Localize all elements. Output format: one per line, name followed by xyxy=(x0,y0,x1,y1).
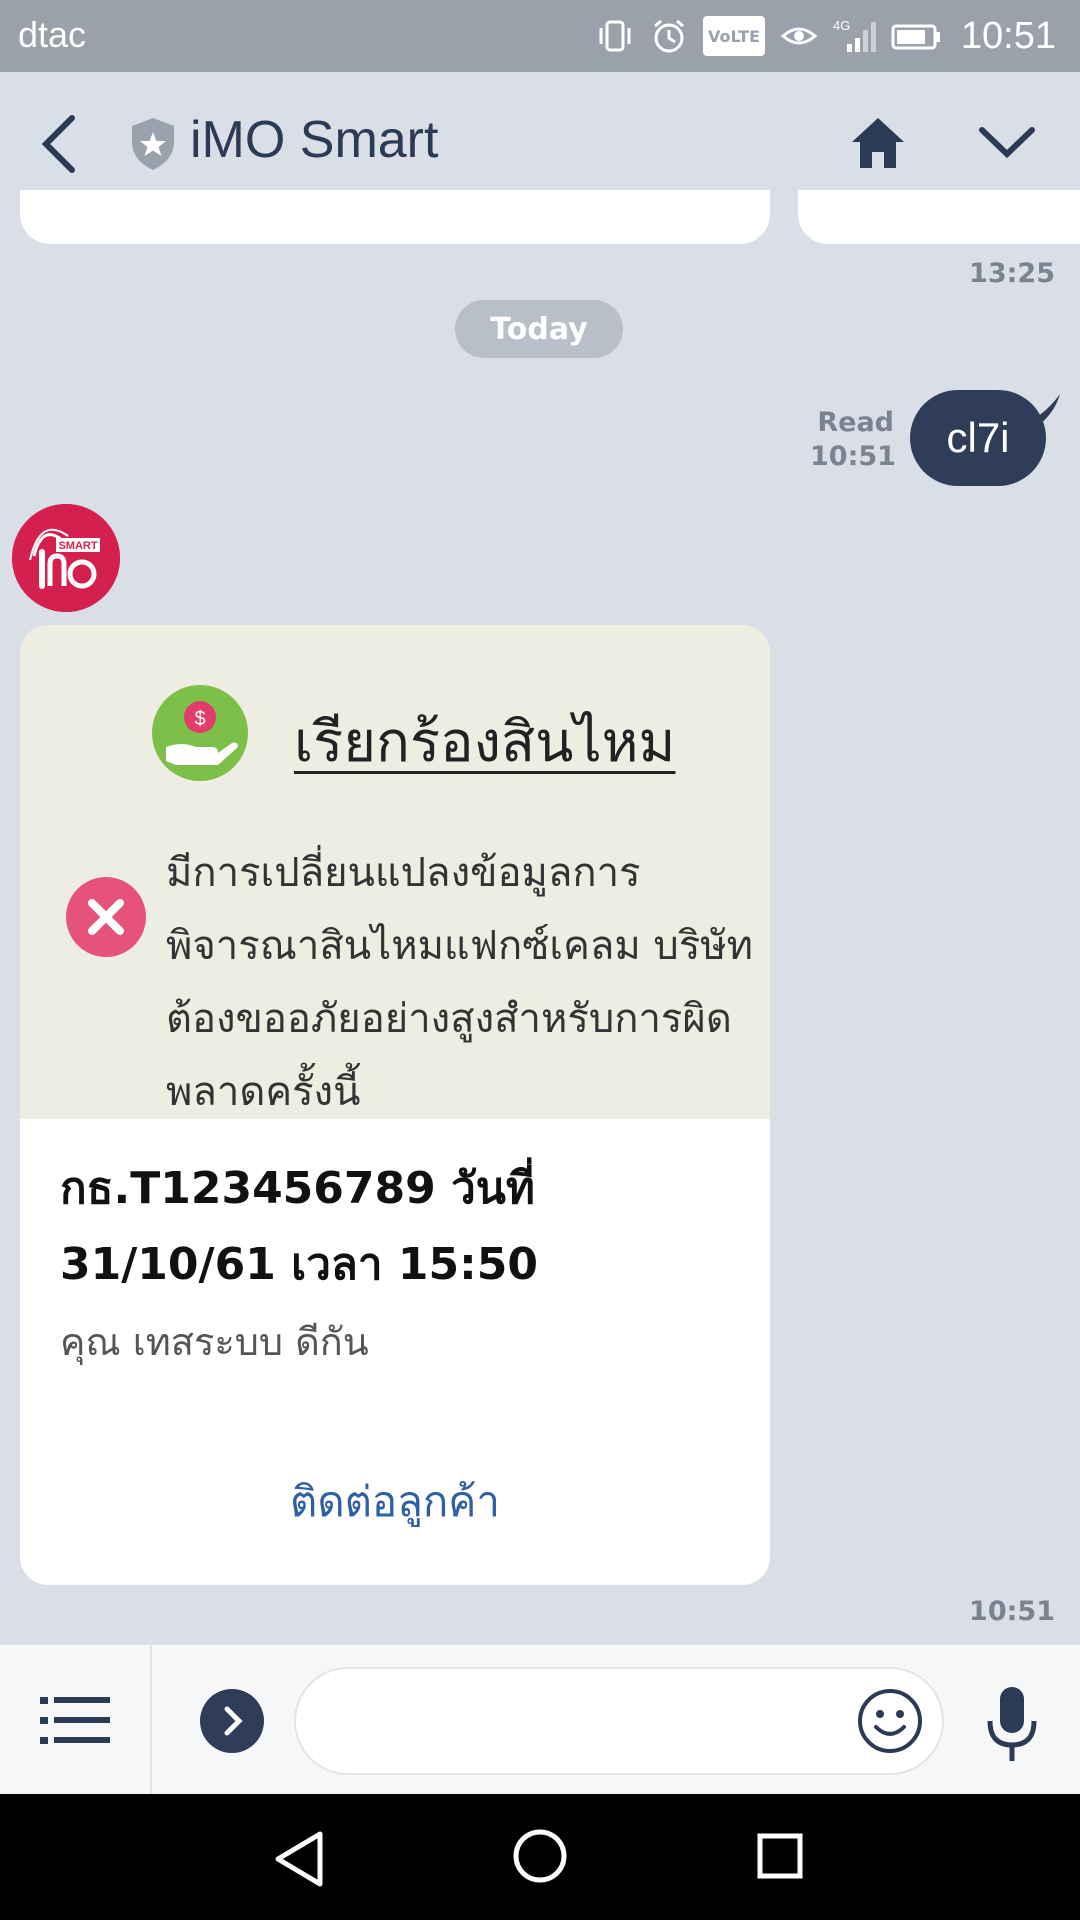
status-bar: dtac VoLTE 4G 10:51 xyxy=(0,0,1080,72)
home-icon xyxy=(852,118,904,168)
circle-home-icon xyxy=(513,1829,567,1883)
customer-name: คุณ เทสระบบ ดีกัน xyxy=(60,1320,369,1364)
nav-home-button[interactable] xyxy=(512,1828,568,1884)
card-title: เรียกร้องสินไหม xyxy=(294,710,676,775)
divider xyxy=(150,1645,152,1795)
network-type-label: 4G xyxy=(833,18,850,33)
status-icons: VoLTE 4G 10:51 xyxy=(595,12,1056,60)
my-message-bubble[interactable]: cl7i xyxy=(910,390,1046,486)
card-hero: $ เรียกร้องสินไหม มีการเปลี่ยนแปลงข้อมูล… xyxy=(20,625,770,1119)
nav-recents-button[interactable] xyxy=(756,1832,804,1880)
eye-comfort-icon xyxy=(779,16,819,56)
message-input-bar xyxy=(0,1644,1080,1795)
vibrate-icon xyxy=(595,16,635,56)
error-x-icon xyxy=(66,877,146,957)
system-nav-bar xyxy=(0,1794,1080,1920)
volte-icon: VoLTE xyxy=(703,16,765,56)
previous-card-left[interactable] xyxy=(20,190,770,244)
claim-reference: กธ.T123456789 วันที่ 31/10/61 เวลา 15:50 xyxy=(60,1163,538,1290)
signal-icon: 4G xyxy=(833,16,877,56)
list-menu-icon xyxy=(40,1697,110,1744)
rich-menu-button[interactable] xyxy=(40,1691,110,1751)
alarm-icon xyxy=(649,16,689,56)
bot-avatar[interactable]: SMART xyxy=(12,504,120,612)
chevron-down-icon xyxy=(979,127,1035,159)
home-button[interactable] xyxy=(848,112,908,172)
imo-logo-icon: SMART xyxy=(12,504,120,612)
chat-title: iMO Smart xyxy=(190,111,439,169)
nav-back-button[interactable] xyxy=(272,1830,326,1888)
read-receipt: Read 10:51 xyxy=(810,406,896,474)
contact-customer-button[interactable]: ติดต่อลูกค้า xyxy=(20,1459,770,1545)
svg-text:$: $ xyxy=(194,708,205,730)
claim-notification-card: $ เรียกร้องสินไหม มีการเปลี่ยนแปลงข้อมูล… xyxy=(20,625,770,1585)
carrier-name: dtac xyxy=(18,14,87,55)
chevron-right-icon xyxy=(200,1689,264,1753)
smiley-icon xyxy=(858,1689,922,1753)
message-input[interactable] xyxy=(294,1667,944,1775)
square-recents-icon xyxy=(757,1833,803,1879)
emoji-button[interactable] xyxy=(856,1687,924,1755)
battery-icon xyxy=(891,16,943,56)
money-hand-icon: $ xyxy=(152,685,248,781)
expand-button[interactable] xyxy=(200,1689,264,1753)
status-time: 10:51 xyxy=(960,14,1056,57)
message-timestamp: 13:25 xyxy=(969,258,1055,289)
previous-card-right[interactable] xyxy=(798,190,1080,244)
message-timestamp: 10:51 xyxy=(969,1596,1055,1627)
triangle-back-icon xyxy=(275,1831,323,1887)
date-divider: Today xyxy=(455,300,623,358)
read-label: Read xyxy=(817,407,894,438)
card-message: มีการเปลี่ยนแปลงข้อมูลการพิจารณาสินไหมแฟ… xyxy=(166,850,754,1115)
back-button[interactable] xyxy=(36,112,86,176)
read-time: 10:51 xyxy=(810,441,896,472)
back-arrow-icon xyxy=(41,115,75,173)
dropdown-button[interactable] xyxy=(976,122,1038,162)
official-account-shield-icon xyxy=(130,116,176,172)
avatar-text: SMART xyxy=(58,540,97,552)
voice-button[interactable] xyxy=(984,1685,1040,1765)
microphone-icon xyxy=(987,1687,1037,1761)
